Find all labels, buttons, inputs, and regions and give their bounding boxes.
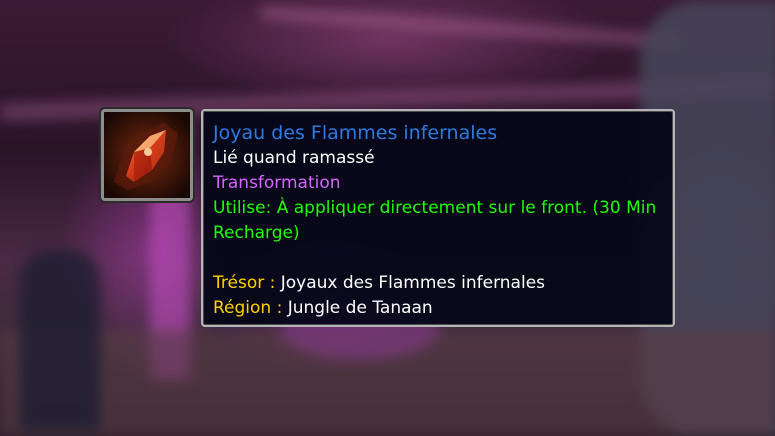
item-tooltip: Joyau des Flammes infernales Lié quand r… — [201, 109, 675, 327]
item-binding: Lié quand ramassé — [213, 148, 375, 168]
item-icon-frame — [101, 109, 193, 201]
treasure-row: Trésor : Joyaux des Flammes infernales — [213, 271, 663, 296]
item-use-text: Utilise: À appliquer directement sur le … — [213, 198, 657, 243]
tooltip-spacer — [213, 246, 663, 271]
item-category: Transformation — [213, 173, 341, 193]
region-row: Région : Jungle de Tanaan — [213, 296, 663, 321]
region-value: Jungle de Tanaan — [287, 298, 433, 318]
treasure-value: Joyaux des Flammes infernales — [280, 273, 546, 293]
red-gem-icon — [104, 112, 190, 198]
item-name: Joyau des Flammes infernales — [213, 122, 498, 144]
treasure-label: Trésor : — [213, 273, 276, 293]
region-label: Région : — [213, 298, 283, 318]
